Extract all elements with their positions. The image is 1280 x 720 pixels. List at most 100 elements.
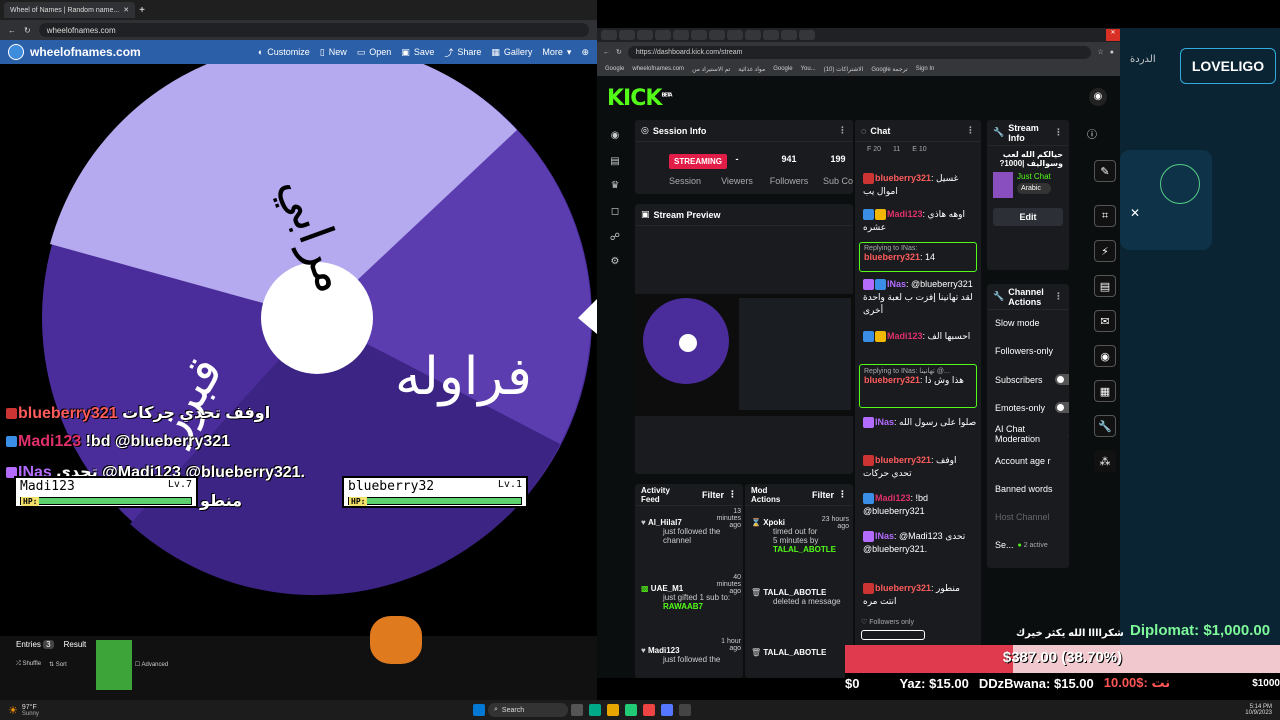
chat-user[interactable]: blueberry321 [875,583,931,593]
trophy-icon[interactable]: ♛ [609,180,621,192]
menu-more[interactable]: More ▾ [542,47,571,58]
chat-user[interactable]: INas [875,417,894,427]
browser-tab[interactable] [727,30,743,40]
chat-input[interactable] [861,630,925,640]
security-item[interactable]: Se...● 2 active› [995,540,1069,550]
browser-tab[interactable] [763,30,779,40]
chat-message[interactable]: Madi123: احسبها الف [863,330,979,343]
sort-button[interactable]: ⇅ Sort [49,661,67,668]
bookmark[interactable]: Google [773,66,792,72]
account-age-item[interactable]: Account age r› [995,456,1069,466]
browser-tab[interactable] [745,30,761,40]
bookmark[interactable]: Google ترجمة [871,66,907,73]
chat-user[interactable]: INas [887,279,906,289]
browser-tab[interactable] [691,30,707,40]
ai-moderation-item[interactable]: AI Chat Moderation ↗ [995,424,1069,444]
kick-logo[interactable]: KICKBETA [607,86,673,111]
menu-save[interactable]: ▣ Save [401,47,434,58]
more-icon[interactable]: ⋮ [838,489,847,500]
language-icon[interactable]: ⊕ [581,47,589,58]
chat-user[interactable]: blueberry321 [864,375,920,385]
explorer-icon[interactable] [607,704,619,716]
wrench-icon[interactable]: 🔧 [1094,415,1116,437]
left-url-input[interactable]: wheelofnames.com [38,23,589,37]
bookmark[interactable]: تم الاستيراد من [692,66,730,73]
menu-share[interactable]: ⤴ Share [444,46,481,59]
layout-icon[interactable]: ▦ [1094,380,1116,402]
chat-message[interactable]: INas: صلوا على رسول الله [863,416,979,429]
task-view-icon[interactable] [571,704,583,716]
profile-icon[interactable]: ● [1110,49,1114,56]
tab-wheel-of-names[interactable]: Wheel of Names | Random name... ✕ [4,2,136,18]
menu-customize[interactable]: ◐ Customize [258,47,310,57]
obs-icon[interactable] [679,704,691,716]
menu-new[interactable]: ▯ New [320,47,347,58]
weather-widget[interactable]: ☀ 97°F Sunny [0,704,470,717]
share-icon[interactable]: ⁂ [1094,450,1116,472]
chat-reply[interactable]: Replying to INas: تهانينا @... blueberry3… [859,364,977,408]
banned-words-item[interactable]: Banned words› [995,484,1069,494]
chat-user[interactable]: blueberry321 [864,252,920,262]
star-icon[interactable]: ☆ [1097,48,1103,56]
broadcast-icon[interactable]: ◉ [1094,345,1116,367]
site-logo[interactable]: wheelofnames.com [8,44,141,60]
chat-message[interactable]: Madi123: !bd @blueberry321 [863,492,979,518]
wheel[interactable]: مرابي فراوله قبرز [0,64,597,700]
bookmark[interactable]: مواد غذائية [738,66,765,73]
clip-icon[interactable]: ⌗ [1094,205,1116,227]
browser-tab[interactable] [673,30,689,40]
analytics-icon[interactable]: ▤ [609,156,621,168]
chrome-icon[interactable] [625,704,637,716]
bookmark[interactable]: wheelofnames.com [632,66,684,72]
category-name[interactable]: Just Chat [1017,172,1051,181]
followers-only-item[interactable]: Followers-only› [995,346,1069,356]
menu-open[interactable]: ▭ Open [357,47,392,58]
more-icon[interactable]: ⋮ [728,489,737,500]
filter-button[interactable]: Filter [702,490,724,500]
clips-icon[interactable]: ◻ [609,206,621,218]
browser-tab[interactable] [781,30,797,40]
right-url-input[interactable]: https://dashboard.kick.com/stream [627,45,1092,59]
clock[interactable]: 5:14 PM 10/9/2023 [1245,704,1280,716]
more-icon[interactable]: ⋮ [966,125,975,136]
chat-user[interactable]: Madi123 [887,209,923,219]
menu-gallery[interactable]: ▦ Gallery [491,47,532,58]
discord-icon[interactable] [661,704,673,716]
more-icon[interactable]: ⋮ [1054,127,1063,138]
preview-video[interactable] [635,294,853,416]
brave-icon[interactable] [643,704,655,716]
chat-reply[interactable]: Replying to INas: blueberry321: 14 [859,242,977,272]
avatar[interactable]: ◉ [1089,88,1107,106]
more-icon[interactable]: ⋮ [1054,291,1063,302]
gear-icon[interactable]: ⚙ [609,256,621,268]
browser-tab[interactable] [619,30,635,40]
chat-message[interactable]: blueberry321: منطور انتت مره [863,582,979,608]
bookmark[interactable]: الاشتراكات (10) [824,66,864,73]
tab-entries[interactable]: Entries 3 [16,640,54,649]
back-icon[interactable]: ← [8,26,16,35]
start-icon[interactable] [473,704,485,716]
advanced-checkbox[interactable]: ☐ Advanced [135,661,168,668]
info-icon[interactable]: ⓘ [1087,126,1097,141]
message-icon[interactable]: ✉ [1094,310,1116,332]
back-icon[interactable]: ← [603,49,610,56]
close-icon[interactable]: ✕ [1130,206,1140,220]
subscribers-toggle[interactable]: Subscribers [995,374,1069,385]
chat-user[interactable]: blueberry321 [875,173,931,183]
chat-message[interactable]: INas: @Madi123 تحدى @blueberry321. [863,530,979,556]
browser-tab[interactable] [799,30,815,40]
community-icon[interactable]: ☍ [609,232,621,244]
chat-user[interactable]: Madi123 [875,493,911,503]
pencil-icon[interactable]: ✎ [1094,160,1116,182]
chat-message[interactable]: blueberry321: اوفف تحدي حركات [863,454,979,480]
edit-button[interactable]: Edit [993,208,1063,226]
chat-message[interactable]: INas: @blueberry321 لقد تهانينا إفزت ب ل… [863,278,979,317]
toggle-switch[interactable] [1055,402,1069,413]
search-box[interactable]: ⌕ Search [488,703,568,717]
edge-icon[interactable] [589,704,601,716]
chat-message[interactable]: Madi123: اوهه هاذي عشره [863,208,979,234]
refresh-icon[interactable]: ↻ [24,26,31,35]
browser-tab[interactable] [637,30,653,40]
slow-mode-item[interactable]: Slow mode› [995,318,1069,328]
close-window-icon[interactable]: ✕ [1106,29,1120,41]
